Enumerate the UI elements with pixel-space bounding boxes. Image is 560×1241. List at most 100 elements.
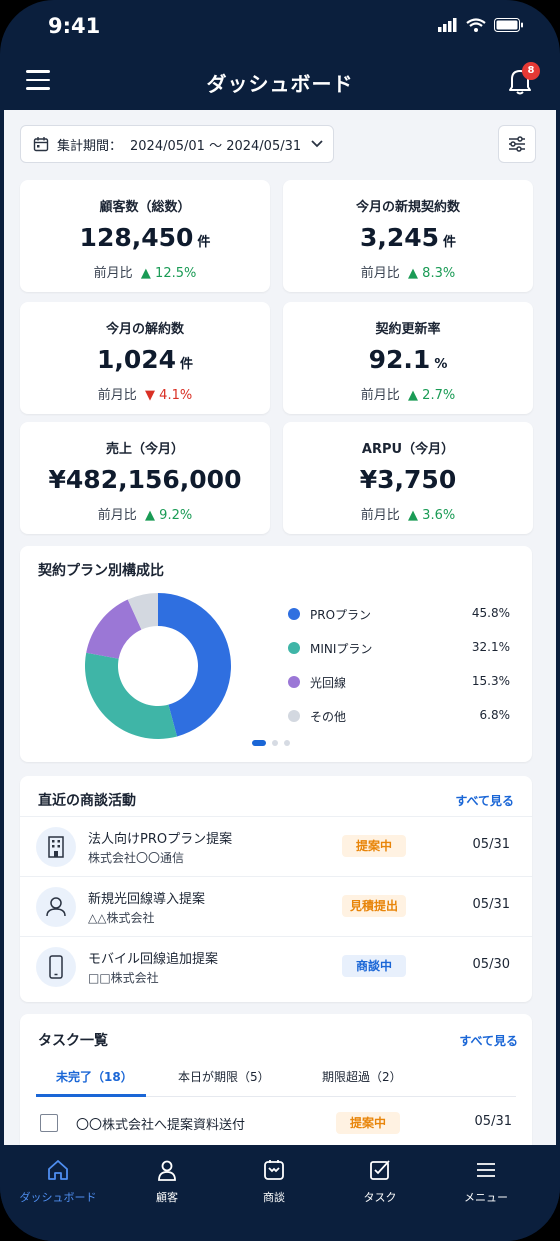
dashboard-content: 集計期間： 2024/05/01 〜 2024/05/31 顧客数（総数） 12… (4, 110, 556, 1145)
kpi-change: 前月比 ▲ 3.6% (360, 508, 456, 523)
tabbar-dashboard[interactable]: ダッシュボード (3, 1157, 113, 1205)
pager-dot[interactable] (272, 740, 278, 746)
tabbar-deals[interactable]: 商談 (219, 1157, 329, 1205)
donut-slice-2[interactable] (84, 652, 178, 739)
kpi-card-arpu[interactable]: ARPU（今月） ¥3,750 前月比 ▲ 3.6% (283, 422, 533, 534)
kpi-change: 前月比 ▼ 4.1% (97, 388, 193, 403)
tabbar-customers[interactable]: 顧客 (112, 1157, 222, 1205)
kpi-change: 前月比 ▲ 12.5% (93, 266, 197, 281)
active-tab-indicator (36, 1094, 146, 1097)
tabbar-label: 顧客 (156, 1191, 178, 1204)
deal-title: 法人向けPROプラン提案 (88, 832, 233, 847)
app-bar: ダッシュボード 8 (0, 56, 560, 110)
tasks-see-all-link[interactable]: すべて見る (459, 1032, 518, 1049)
kpi-title: 顧客数（総数） (99, 200, 191, 215)
building-icon (48, 836, 64, 858)
home-icon (48, 1160, 68, 1180)
deal-company: 株式会社〇〇通信 (88, 851, 185, 865)
tab-overdue[interactable]: 期限超過（2） (322, 1068, 402, 1085)
kpi-value: 3,245 件 (359, 223, 457, 252)
plan-breakdown-card: 契約プラン別構成比 PROプラン 45.8% MINIプラン 32.1% 光回線… (20, 546, 532, 762)
plan-breakdown-title: 契約プラン別構成比 (38, 563, 164, 579)
period-filter-label: 集計期間： (57, 138, 123, 154)
legend-dot (288, 608, 300, 620)
sliders-icon (509, 136, 525, 152)
tabbar-label: ダッシュボード (19, 1191, 97, 1204)
tabbar-tasks[interactable]: タスク (325, 1157, 435, 1205)
kpi-change: 前月比 ▲ 2.7% (360, 388, 456, 403)
legend-percent: 32.1% (471, 640, 510, 654)
pager-dot[interactable] (284, 740, 290, 746)
tab-due-today[interactable]: 本日が期限（5） (178, 1068, 270, 1085)
deal-title: モバイル回線追加提案 (88, 952, 219, 967)
kpi-title: 契約更新率 (375, 322, 441, 337)
deal-status-badge: 商談中 (342, 955, 406, 977)
bottom-tab-bar: ダッシュボード 顧客 商談 タスク メニュー (0, 1145, 560, 1241)
legend-dot (288, 710, 300, 722)
task-date: 05/31 (474, 1114, 512, 1129)
legend-percent: 15.3% (471, 674, 510, 688)
task-row[interactable]: 〇〇株式会社へ提案資料送付 提案中 05/31 (36, 1104, 516, 1144)
legend-label: その他 (310, 710, 347, 724)
kpi-value: ¥482,156,000 (48, 465, 242, 494)
handshake-icon (264, 1160, 284, 1180)
kpi-title: 今月の解約数 (105, 322, 184, 337)
kpi-value: ¥3,750 (359, 465, 457, 494)
carousel-pager[interactable] (252, 740, 290, 746)
tab-incomplete[interactable]: 未完了（18） (56, 1068, 133, 1085)
tabbar-label: メニュー (464, 1191, 508, 1204)
deals-see-all-link[interactable]: すべて見る (455, 792, 514, 809)
legend-dot (288, 642, 300, 654)
kpi-card-sales[interactable]: 売上（今月） ¥482,156,000 前月比 ▲ 9.2% (20, 422, 270, 534)
kpi-card-renewal-rate[interactable]: 契約更新率 92.1% 前月比 ▲ 2.7% (283, 302, 533, 414)
phone-frame: 9:41 ダッシュボード 8 集計期間： 2024/05/01 〜 2024/0… (0, 0, 560, 1241)
legend-label: MINIプラン (310, 642, 373, 656)
kpi-change: 前月比 ▲ 9.2% (97, 508, 193, 523)
status-icons (438, 18, 524, 32)
tasks-card: タスク一覧 すべて見る 未完了（18） 本日が期限（5） 期限超過（2） 〇〇株… (20, 1014, 532, 1145)
status-bar: 9:41 (0, 0, 560, 56)
notification-button[interactable]: 8 (506, 62, 540, 96)
chevron-down-icon (311, 140, 323, 148)
deal-company: □□株式会社 (88, 971, 159, 985)
recent-deals-card: 直近の商談活動 すべて見る 法人向けPROプラン提案 株式会社〇〇通信 提案中 … (20, 776, 532, 1002)
filter-settings-button[interactable] (498, 125, 536, 163)
wifi-icon (466, 18, 486, 32)
task-icon (370, 1160, 390, 1180)
recent-deals-title: 直近の商談活動 (38, 793, 136, 809)
task-tabs: 未完了（18） 本日が期限（5） 期限超過（2） (36, 1062, 516, 1097)
kpi-title: ARPU（今月） (361, 442, 455, 457)
battery-icon (494, 18, 523, 32)
pager-dot-active[interactable] (252, 740, 266, 746)
kpi-card-new-contracts[interactable]: 今月の新規契約数 3,245 件 前月比 ▲ 8.3% (283, 180, 533, 292)
tabbar-label: 商談 (263, 1191, 285, 1204)
tabbar-menu[interactable]: メニュー (431, 1157, 541, 1205)
deal-icon-wrap (36, 947, 76, 987)
status-time: 9:41 (48, 14, 101, 38)
legend-dot (288, 676, 300, 688)
user-icon (158, 1160, 176, 1181)
deal-row[interactable]: モバイル回線追加提案 □□株式会社 商談中 05/30 (20, 936, 532, 997)
kpi-value: 92.1% (368, 345, 448, 374)
kpi-title: 今月の新規契約数 (355, 200, 460, 215)
task-checkbox[interactable] (40, 1114, 58, 1132)
deal-row[interactable]: 法人向けPROプラン提案 株式会社〇〇通信 提案中 05/31 (20, 816, 532, 877)
period-filter-dropdown[interactable]: 集計期間： 2024/05/01 〜 2024/05/31 (20, 125, 334, 163)
kpi-card-customers[interactable]: 顧客数（総数） 128,450 件 前月比 ▲ 12.5% (20, 180, 270, 292)
kpi-card-cancellations[interactable]: 今月の解約数 1,024 件 前月比 ▼ 4.1% (20, 302, 270, 414)
notification-badge: 8 (522, 62, 540, 80)
legend-label: PROプラン (310, 608, 372, 622)
tabbar-label: タスク (363, 1191, 397, 1204)
deal-row[interactable]: 新規光回線導入提案 △△株式会社 見積提出 05/31 (20, 876, 532, 937)
calendar-icon (33, 137, 49, 152)
page-title: ダッシュボード (206, 72, 354, 96)
legend-percent: 45.8% (471, 606, 510, 620)
deal-date: 05/31 (472, 897, 510, 912)
legend-percent: 6.8% (479, 708, 511, 722)
menu-icon (477, 1163, 495, 1177)
deal-status-badge: 見積提出 (342, 895, 406, 917)
deal-date: 05/31 (472, 837, 510, 852)
plan-donut-chart (84, 593, 231, 739)
mobile-icon (49, 955, 63, 979)
deal-company: △△株式会社 (88, 911, 155, 925)
